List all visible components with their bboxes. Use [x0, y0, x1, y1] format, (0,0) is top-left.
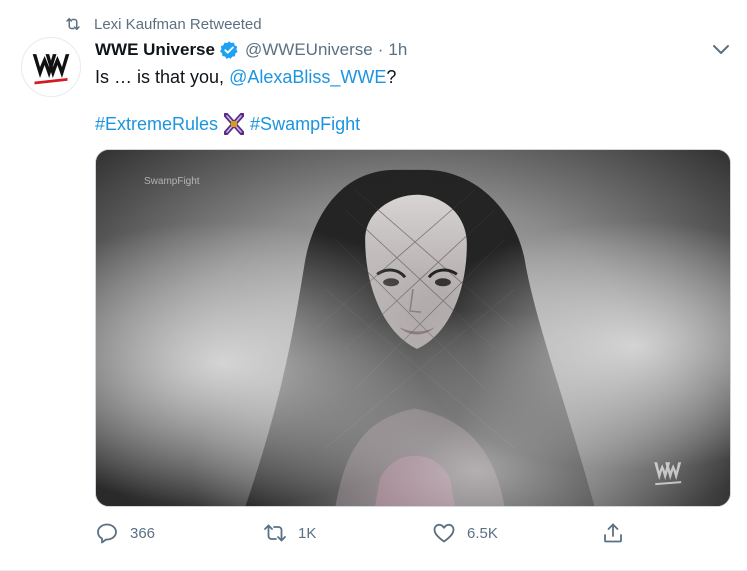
tweet-card[interactable]: Lexi Kaufman Retweeted WWE Universe @WWE… [0, 0, 747, 571]
tweet-text: Is … is that you, @AlexaBliss_WWE? [95, 66, 396, 88]
media-photo [96, 150, 730, 506]
share-icon [601, 521, 625, 545]
like-button[interactable]: 6.5K [432, 518, 498, 548]
avatar[interactable] [21, 37, 81, 97]
like-count: 6.5K [467, 524, 498, 542]
retweet-button[interactable]: 1K [263, 518, 316, 548]
tweet-actions: 366 1K 6.5K [95, 518, 635, 548]
hashtag-swamp-fight[interactable]: #SwampFight [250, 113, 360, 135]
tweet-text-suffix: ? [386, 67, 397, 87]
retweet-context-text[interactable]: Lexi Kaufman Retweeted [94, 16, 262, 33]
reply-button[interactable]: 366 [95, 518, 155, 548]
reply-count: 366 [130, 524, 156, 542]
heart-icon [432, 521, 456, 545]
author-name[interactable]: WWE Universe [95, 40, 215, 60]
tweet-timestamp[interactable]: 1h [388, 40, 407, 60]
hashtag-extreme-rules[interactable]: #ExtremeRules [95, 113, 218, 135]
tweet-header: WWE Universe @WWEUniverse · 1h [95, 38, 407, 62]
reply-icon [95, 521, 119, 545]
retweet-icon [64, 15, 82, 33]
separator-dot: · [377, 40, 384, 59]
more-options-chevron-down-icon[interactable] [710, 40, 732, 60]
retweet-context: Lexi Kaufman Retweeted [64, 14, 262, 34]
share-button[interactable] [601, 518, 625, 548]
media-overlay-text: SwampFight [144, 176, 200, 187]
retweet-icon [263, 521, 287, 545]
hashtag-row: #ExtremeRules #SwampFight [95, 113, 360, 135]
tweet-media-image[interactable]: SwampFight [95, 149, 731, 507]
verified-badge-icon [219, 40, 239, 60]
retweet-count: 1K [298, 524, 317, 542]
tweet-text-prefix: Is … is that you, [95, 67, 230, 87]
author-handle[interactable]: @WWEUniverse [245, 40, 373, 60]
extreme-rules-emoji-icon [224, 113, 245, 135]
mention-link[interactable]: @AlexaBliss_WWE [229, 67, 386, 87]
wwe-logo [32, 54, 70, 85]
